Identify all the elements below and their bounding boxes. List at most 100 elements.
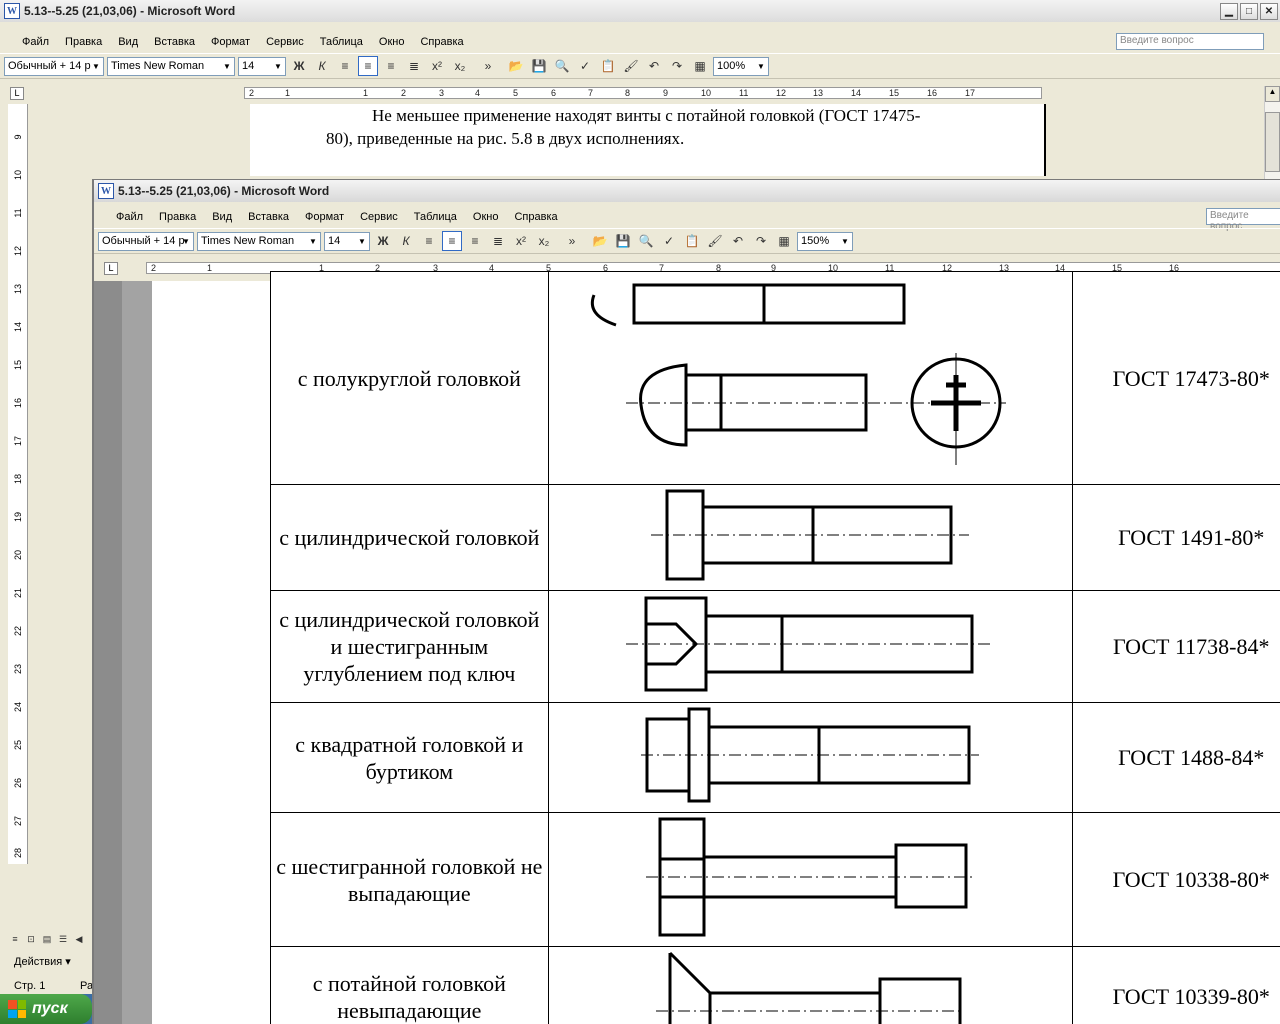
outline-view-icon[interactable]: ☰ [56,929,70,949]
scroll-thumb[interactable] [1265,112,1280,172]
print-view-icon[interactable]: ▤ [40,929,54,949]
italic-icon[interactable]: К [312,56,332,76]
menu-insert[interactable]: Вставка [146,36,203,48]
back-paragraph-line2: 80), приведенные на рис. 5.8 в двух испо… [326,129,685,148]
front-title-bar[interactable]: W 5.13--5.25 (21,03,06) - Microsoft Word [94,180,1280,202]
back-title-bar[interactable]: W 5.13--5.25 (21,03,06) - Microsoft Word… [0,0,1280,22]
menu-help[interactable]: Справка [412,36,471,48]
redo-icon[interactable]: ↷ [667,56,687,76]
menu-edit[interactable]: Правка [57,36,110,48]
tab-selector[interactable]: L [104,262,118,275]
tab-selector[interactable]: L [10,87,24,100]
scroll-up-icon[interactable]: ▲ [1265,86,1280,102]
bolts-table: с полукруглой головкой ГОСТ 17473-80* с … [270,271,1280,1024]
superscript-icon[interactable]: x² [427,56,447,76]
table-icon[interactable]: ▦ [690,56,710,76]
table-row: с цилиндрической головкой ГОСТ 1491-80* [270,484,1280,591]
gost-cell: ГОСТ 1488-84* [1072,702,1280,813]
open-icon[interactable]: 📂 [506,56,526,76]
menu-table[interactable]: Таблица [312,36,371,48]
ask-question-input[interactable]: Введите вопрос [1206,208,1280,232]
print-preview-icon[interactable]: 🔍 [636,231,656,251]
menu-table[interactable]: Таблица [406,211,465,223]
close-icon[interactable]: ✕ [1260,3,1278,20]
front-document-page[interactable]: с полукруглой головкой ГОСТ 17473-80* с … [152,271,1280,1024]
menu-format[interactable]: Формат [203,36,258,48]
subscript-icon[interactable]: x₂ [534,231,554,251]
zoom-combo[interactable]: 100% ▼ [713,56,769,76]
menu-tools[interactable]: Сервис [258,36,312,48]
paste-icon[interactable]: 📋 [598,56,618,76]
start-button[interactable]: пуск [0,994,92,1024]
menu-tools[interactable]: Сервис [352,211,406,223]
size-combo[interactable]: 14 ▼ [238,56,286,76]
align-center-icon[interactable]: ≡ [358,56,378,76]
menu-view[interactable]: Вид [204,211,240,223]
justify-icon[interactable]: ≣ [404,56,424,76]
web-view-icon[interactable]: ⊡ [24,929,38,949]
zoom-combo[interactable]: 150% ▼ [797,231,853,251]
bold-icon[interactable]: Ж [289,56,309,76]
align-left-icon[interactable]: ≡ [335,56,355,76]
menu-file[interactable]: Файл [14,36,57,48]
menu-help[interactable]: Справка [506,211,565,223]
style-combo[interactable]: Обычный + 14 р ▼ [4,56,104,76]
redo-icon[interactable]: ↷ [751,231,771,251]
font-combo[interactable]: Times New Roman ▼ [197,231,321,251]
ask-question-input[interactable]: Введите вопрос [1116,33,1264,50]
minimize-icon[interactable]: ▁ [1220,3,1238,20]
format-painter-icon[interactable]: 🖌 [705,231,725,251]
align-left-icon[interactable]: ≡ [419,231,439,251]
word-app-icon: W [98,183,114,199]
drawing-cell [547,484,1074,591]
menu-format[interactable]: Формат [297,211,352,223]
normal-view-icon[interactable]: ≡ [8,929,22,949]
italic-icon[interactable]: К [396,231,416,251]
font-combo[interactable]: Times New Roman ▼ [107,56,235,76]
front-menu-bar: Файл Правка Вид Вставка Формат Сервис Та… [94,206,1280,227]
drawing-cell [547,946,1074,1024]
style-combo[interactable]: Обычный + 14 р ▼ [98,231,194,251]
menu-insert[interactable]: Вставка [240,211,297,223]
scroll-left-icon[interactable]: ◀ [72,929,86,949]
spelling-icon[interactable]: ✓ [575,56,595,76]
toolbar-overflow-icon[interactable]: » [557,231,587,251]
save-icon[interactable]: 💾 [529,56,549,76]
gost-cell: ГОСТ 17473-80* [1072,271,1280,485]
bold-icon[interactable]: Ж [373,231,393,251]
table-row: с потайной головкой невыпадающие ГОСТ 10… [270,946,1280,1024]
paste-icon[interactable]: 📋 [682,231,702,251]
back-document-page[interactable]: Не меньшее применение находят винты с по… [250,104,1046,176]
drawing-actions-menu[interactable]: Действия ▾ [14,955,71,968]
menu-window[interactable]: Окно [465,211,507,223]
menu-file[interactable]: Файл [108,211,151,223]
menu-window[interactable]: Окно [371,36,413,48]
spelling-icon[interactable]: ✓ [659,231,679,251]
align-right-icon[interactable]: ≡ [381,56,401,76]
start-label: пуск [32,1000,68,1017]
maximize-icon[interactable]: □ [1240,3,1258,20]
size-combo[interactable]: 14 ▼ [324,231,370,251]
menu-view[interactable]: Вид [110,36,146,48]
gost-cell: ГОСТ 10339-80* [1072,946,1280,1024]
front-word-window[interactable]: W 5.13--5.25 (21,03,06) - Microsoft Word… [92,179,1280,1024]
table-icon[interactable]: ▦ [774,231,794,251]
open-icon[interactable]: 📂 [590,231,610,251]
subscript-icon[interactable]: x₂ [450,56,470,76]
toolbar-overflow-icon[interactable]: » [473,56,503,76]
justify-icon[interactable]: ≣ [488,231,508,251]
undo-icon[interactable]: ↶ [644,56,664,76]
superscript-icon[interactable]: x² [511,231,531,251]
row-name-cell: с квадратной головкой и буртиком [270,702,549,813]
align-right-icon[interactable]: ≡ [465,231,485,251]
back-formatting-toolbar: Обычный + 14 р ▼ Times New Roman ▼ 14 ▼ Ж К… [0,53,1280,79]
align-center-icon[interactable]: ≡ [442,231,462,251]
format-painter-icon[interactable]: 🖌 [621,56,641,76]
save-icon[interactable]: 💾 [613,231,633,251]
menu-edit[interactable]: Правка [151,211,204,223]
front-vertical-ruler-strip [122,281,152,1024]
print-preview-icon[interactable]: 🔍 [552,56,572,76]
row-name-cell: с цилиндрической головкой и шестигранным… [270,590,549,703]
undo-icon[interactable]: ↶ [728,231,748,251]
drawing-cell [547,702,1074,813]
